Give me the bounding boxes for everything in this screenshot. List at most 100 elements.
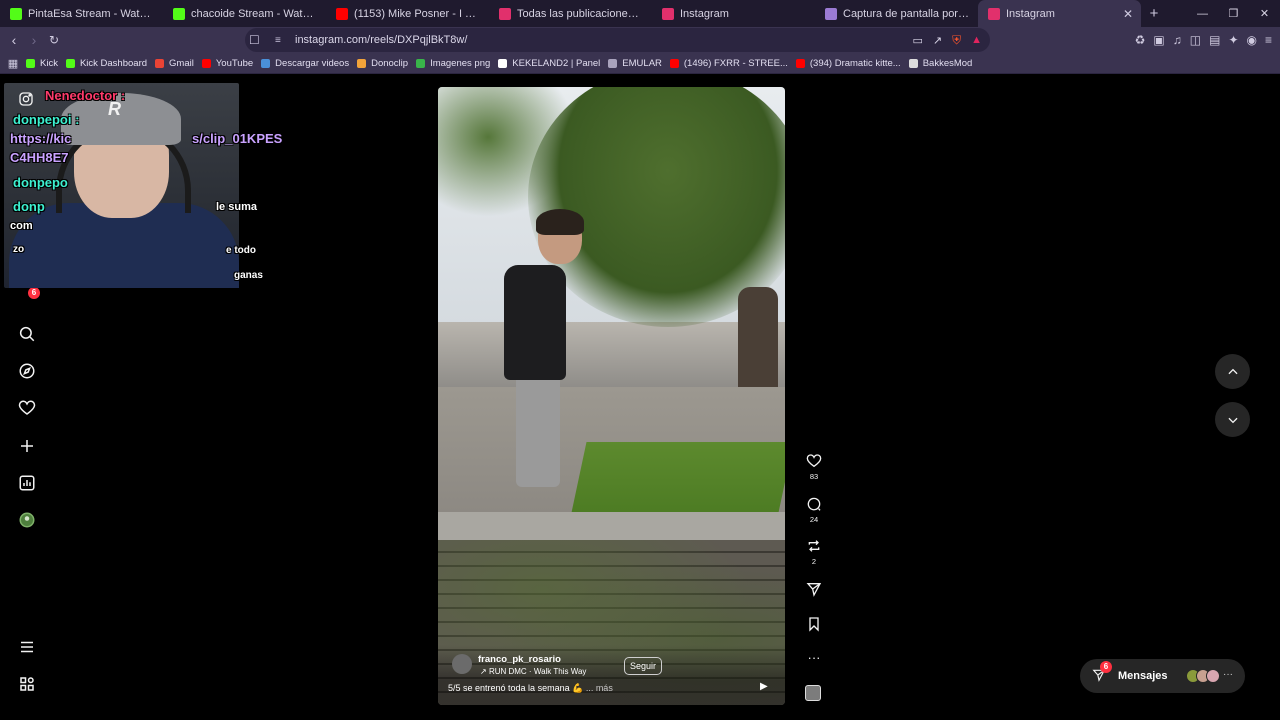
video-wall-top: [438, 512, 785, 540]
author-avatar[interactable]: [452, 654, 472, 674]
tab-favicon-icon: [988, 7, 1000, 20]
share-icon[interactable]: ↗: [933, 34, 942, 47]
author-username[interactable]: franco_pk_rosario: [478, 654, 561, 665]
bookmark-item[interactable]: Kick: [26, 58, 66, 69]
address-bar[interactable]: ☐ ≡ instagram.com/reels/DXPqjlBkT8w/ ▭ ↗…: [245, 28, 990, 52]
video-person-shirt: [504, 265, 566, 380]
browser-tab[interactable]: Todas las publicaciones • Instagram: [489, 0, 652, 27]
tab-title: Instagram: [1006, 7, 1055, 20]
repost-button[interactable]: 2: [800, 538, 828, 566]
repost-icon: [808, 540, 820, 552]
menu-icon[interactable]: ≡: [1265, 33, 1272, 47]
nav-item-profile[interactable]: [18, 511, 36, 529]
nav-item-create[interactable]: [18, 437, 36, 455]
close-window-button[interactable]: ✕: [1249, 0, 1280, 27]
bookmark-item[interactable]: BakkesMod: [908, 57, 981, 69]
caption-more-link[interactable]: ... más: [586, 683, 613, 693]
browser-tab[interactable]: (1153) Mike Posner - I Took A Pill In I: [326, 0, 489, 27]
follow-button[interactable]: Seguir: [624, 657, 663, 675]
like-count: 83: [809, 472, 819, 481]
nav-item-more[interactable]: [18, 638, 36, 656]
comment-button[interactable]: 24: [800, 496, 828, 524]
sidebar-icon[interactable]: ◫: [1190, 33, 1201, 47]
save-button[interactable]: [800, 616, 828, 632]
music-icon[interactable]: ♫: [1173, 33, 1182, 47]
brave-rewards-icon[interactable]: ▲: [971, 34, 982, 46]
chat-message: s/clip_01KPES: [192, 131, 283, 146]
tab-favicon-icon: [173, 7, 185, 20]
tab-title: PintaEsa Stream - Watch Live on: [28, 7, 155, 20]
vpn-icon[interactable]: ◉: [1247, 33, 1257, 47]
bookmark-label: Kick Dashboard: [79, 57, 148, 69]
bookmark-item[interactable]: (1496) FXRR - STREE...: [669, 58, 796, 69]
nav-item-also-from-meta[interactable]: [18, 675, 36, 693]
like-button[interactable]: 83: [800, 453, 828, 481]
video-houses: [438, 322, 785, 392]
reel-audio-label[interactable]: ↗ RUN DMC · Walk This Way: [480, 667, 586, 676]
send-icon: [806, 583, 822, 597]
messages-label: Mensajes: [1118, 670, 1168, 682]
bookmark-item[interactable]: Imagenes png: [416, 58, 498, 69]
bookmark-item[interactable]: Descargar videos: [261, 58, 357, 69]
forward-button[interactable]: ›: [24, 32, 44, 48]
nav-item-notifications[interactable]: [18, 399, 36, 417]
close-tab-icon[interactable]: ✕: [1123, 7, 1133, 21]
nav-item-dashboard[interactable]: [18, 474, 36, 492]
browser-tab[interactable]: Instagram ✕: [978, 0, 1141, 27]
instagram-page: 6 R Nenedoctor: donpepoi: https://kic …: [0, 75, 1280, 720]
create-icon: [21, 440, 33, 452]
new-tab-button[interactable]: +: [1141, 5, 1167, 22]
bookmarks-bar: ▦ Kick Kick Dashboard Gmail YouTube Descarga…: [0, 53, 1280, 74]
nav-item-search[interactable]: [18, 325, 36, 343]
browser-tab[interactable]: Captura de pantalla por Lightshot: [815, 0, 978, 27]
bookmark-item[interactable]: (394) Dramatic kitte...: [795, 57, 909, 69]
messages-button[interactable]: 6 Mensajes ···: [1080, 659, 1245, 693]
audio-thumbnail[interactable]: [805, 685, 821, 701]
reel-video[interactable]: franco_pk_rosario ↗ RUN DMC · Walk This …: [438, 87, 785, 705]
instagram-logo[interactable]: [18, 91, 34, 107]
next-reel-button[interactable]: [1215, 402, 1250, 437]
volume-icon[interactable]: ▶: [760, 681, 768, 692]
notification-badge: 6: [28, 287, 40, 299]
bookmark-item[interactable]: EMULAR: [608, 58, 670, 69]
minimize-button[interactable]: —: [1187, 0, 1218, 27]
bookmark-item[interactable]: Gmail: [155, 58, 202, 69]
bookmark-favicon-icon: [65, 58, 75, 68]
bookmark-label: (394) Dramatic kitte...: [809, 57, 901, 69]
chat-message: ganas: [234, 270, 263, 281]
bookmark-icon[interactable]: ☐: [249, 33, 260, 47]
tab-favicon-icon: [825, 7, 837, 20]
bookmark-favicon-icon: [416, 58, 426, 68]
bookmark-favicon-icon: [26, 58, 35, 68]
restore-button[interactable]: ❐: [1218, 0, 1249, 27]
wallet-icon[interactable]: ▤: [1209, 33, 1220, 47]
cast-icon[interactable]: ▭: [912, 34, 922, 47]
bookmark-item[interactable]: Kick Dashboard: [65, 57, 155, 69]
brave-shield-icon[interactable]: ⛨: [952, 33, 961, 48]
bookmark-label: BakkesMod: [922, 57, 973, 69]
site-info-icon[interactable]: ≡: [275, 35, 281, 46]
extensions-icon[interactable]: ♻: [1135, 33, 1146, 47]
previous-reel-button[interactable]: [1215, 354, 1250, 389]
browser-tab[interactable]: chacoide Stream - Watch Live on: [163, 0, 326, 27]
share-button[interactable]: [800, 581, 828, 597]
bookmark-item[interactable]: KEKELAND2 | Panel: [498, 58, 608, 69]
nav-item-explore[interactable]: [18, 362, 36, 380]
browser-tab[interactable]: Instagram: [652, 0, 815, 27]
bookmark-item[interactable]: Donoclip: [357, 58, 416, 69]
screenshot-icon[interactable]: ▣: [1153, 33, 1164, 47]
apps-grid-icon[interactable]: ▦: [0, 57, 26, 70]
bookmark-label: Gmail: [169, 57, 194, 69]
leo-icon[interactable]: ✦: [1228, 33, 1238, 47]
browser-tab[interactable]: PintaEsa Stream - Watch Live on: [0, 0, 163, 27]
back-button[interactable]: ‹: [4, 32, 24, 48]
bookmark-favicon-icon: [498, 58, 508, 68]
more-options-button[interactable]: ···: [800, 651, 828, 665]
tab-favicon-icon: [336, 7, 348, 20]
chat-username: Nenedoctor :: [45, 88, 126, 103]
chat-message: https://kic: [10, 131, 72, 146]
reload-button[interactable]: ↻: [44, 33, 64, 47]
caption-text: 5/5 se entrenó toda la semana 💪: [448, 683, 584, 693]
dashboard-icon: [19, 475, 35, 491]
bookmark-item[interactable]: YouTube: [201, 58, 261, 69]
